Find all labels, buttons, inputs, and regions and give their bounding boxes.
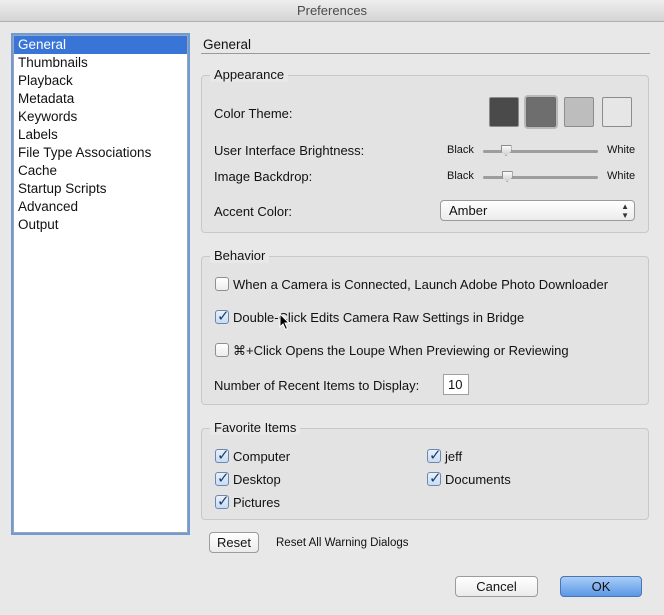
- brightness-slider[interactable]: [483, 145, 598, 156]
- sidebar-item-playback[interactable]: Playback: [14, 72, 187, 90]
- sidebar-item-file-type-associations[interactable]: File Type Associations: [14, 144, 187, 162]
- sidebar-item-output[interactable]: Output: [14, 216, 187, 234]
- title-divider: [201, 53, 650, 54]
- backdrop-min-label: Black: [447, 170, 474, 182]
- up-down-arrows-icon: ▲ ▼: [621, 202, 629, 220]
- favorite-desktop-label[interactable]: Desktop: [233, 472, 281, 487]
- page-title: General: [203, 37, 252, 52]
- double-click-camera-raw-checkbox[interactable]: ✓: [215, 308, 230, 325]
- checkmark-icon: ✓: [429, 470, 442, 487]
- favorite-jeff-checkbox[interactable]: ✓: [427, 447, 442, 464]
- favorite-computer-label[interactable]: Computer: [233, 449, 290, 464]
- launch-photo-downloader-label[interactable]: When a Camera is Connected, Launch Adobe…: [233, 277, 608, 292]
- favorite-items-group-label: Favorite Items: [210, 420, 301, 435]
- favorite-desktop-checkbox[interactable]: ✓: [215, 470, 230, 487]
- brightness-max-label: White: [607, 144, 636, 156]
- favorite-computer-checkbox[interactable]: ✓: [215, 447, 230, 464]
- theme-swatch-dark[interactable]: [526, 97, 556, 127]
- color-theme-label: Color Theme:: [214, 106, 293, 121]
- recent-items-label: Number of Recent Items to Display:: [214, 378, 420, 393]
- favorite-documents-checkbox[interactable]: ✓: [427, 470, 442, 487]
- favorite-pictures-checkbox[interactable]: ✓: [215, 493, 230, 510]
- sidebar-item-startup-scripts[interactable]: Startup Scripts: [14, 180, 187, 198]
- mouse-pointer-icon: [279, 313, 291, 331]
- checkmark-icon: ✓: [217, 308, 230, 325]
- recent-items-input[interactable]: 10: [443, 374, 469, 395]
- sidebar-item-advanced[interactable]: Advanced: [14, 198, 187, 216]
- double-click-camera-raw-label[interactable]: Double-Click Edits Camera Raw Settings i…: [233, 310, 524, 325]
- behavior-group-label: Behavior: [210, 248, 270, 263]
- accent-color-label: Accent Color:: [214, 204, 293, 219]
- cmd-click-loupe-checkbox[interactable]: [215, 343, 229, 357]
- cancel-button[interactable]: Cancel: [455, 576, 538, 597]
- checkmark-icon: ✓: [217, 447, 230, 464]
- theme-swatch-light[interactable]: [564, 97, 594, 127]
- checkmark-icon: ✓: [217, 470, 230, 487]
- sidebar-item-cache[interactable]: Cache: [14, 162, 187, 180]
- sidebar-item-labels[interactable]: Labels: [14, 126, 187, 144]
- brightness-label: User Interface Brightness:: [214, 143, 365, 158]
- ok-button[interactable]: OK: [560, 576, 642, 597]
- sidebar-item-thumbnails[interactable]: Thumbnails: [14, 54, 187, 72]
- sidebar-item-general[interactable]: General: [14, 36, 187, 54]
- backdrop-max-label: White: [607, 170, 636, 182]
- theme-swatch-darkest[interactable]: [489, 97, 519, 127]
- backdrop-slider[interactable]: [483, 171, 598, 182]
- checkmark-icon: ✓: [429, 447, 442, 464]
- sidebar-item-metadata[interactable]: Metadata: [14, 90, 187, 108]
- category-list[interactable]: General Thumbnails Playback Metadata Key…: [13, 35, 188, 533]
- reset-warning-dialogs-label: Reset All Warning Dialogs: [276, 537, 409, 549]
- launch-photo-downloader-checkbox[interactable]: [215, 277, 229, 291]
- window-title: Preferences: [0, 0, 664, 22]
- backdrop-label: Image Backdrop:: [214, 169, 313, 184]
- accent-color-select[interactable]: Amber ▲ ▼: [440, 200, 635, 221]
- theme-swatch-lightest[interactable]: [602, 97, 632, 127]
- brightness-min-label: Black: [447, 144, 474, 156]
- reset-button[interactable]: Reset: [209, 532, 259, 553]
- favorite-pictures-label[interactable]: Pictures: [233, 495, 280, 510]
- favorite-documents-label[interactable]: Documents: [445, 472, 511, 487]
- favorite-jeff-label[interactable]: jeff: [445, 449, 462, 464]
- checkmark-icon: ✓: [217, 493, 230, 510]
- accent-color-value: Amber: [449, 203, 488, 218]
- appearance-group-label: Appearance: [210, 67, 289, 82]
- preferences-window: Preferences General Thumbnails Playback …: [0, 0, 664, 615]
- sidebar-item-keywords[interactable]: Keywords: [14, 108, 187, 126]
- cmd-click-loupe-label[interactable]: ⌘+Click Opens the Loupe When Previewing …: [233, 343, 569, 359]
